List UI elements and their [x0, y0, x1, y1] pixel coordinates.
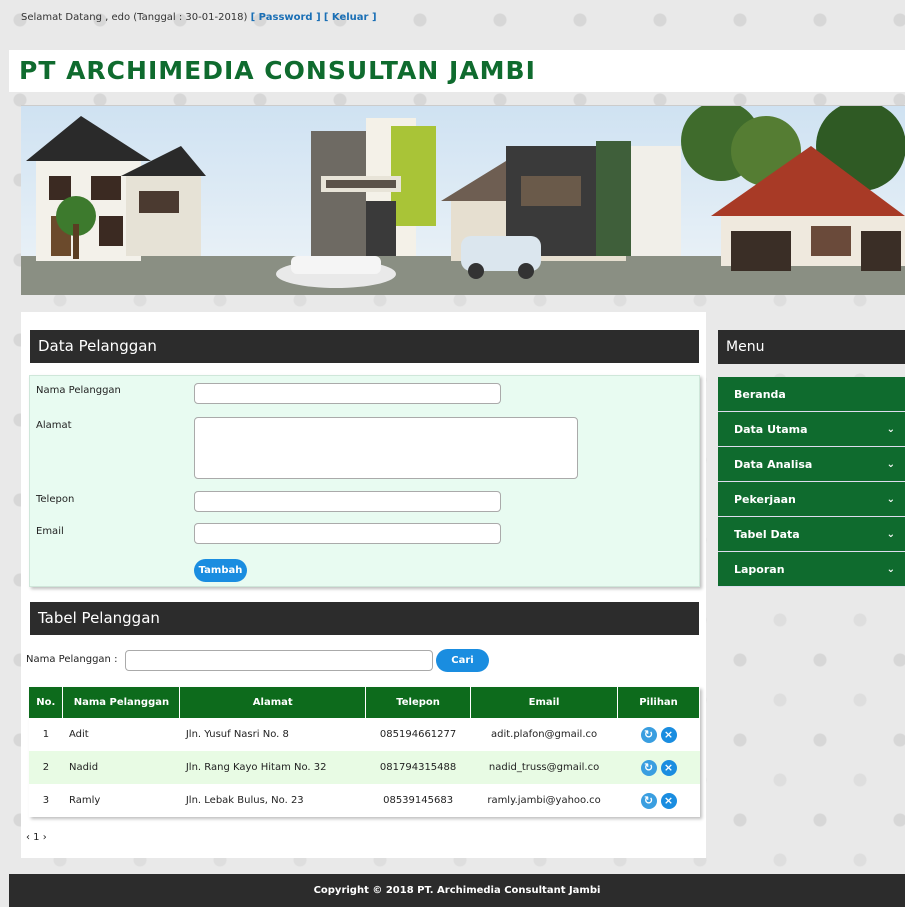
- row-phone: 085194661277: [365, 718, 471, 751]
- row-name: Ramly: [62, 784, 180, 817]
- row-no: 1: [29, 718, 63, 751]
- row-email: ramly.jambi@yahoo.co: [470, 784, 618, 817]
- menu-item-beranda[interactable]: Beranda: [718, 377, 905, 412]
- col-address: Alamat: [179, 687, 367, 718]
- table-row: 2 Nadid Jln. Rang Kayo Hitam No. 32 0817…: [29, 751, 700, 784]
- password-link[interactable]: [ Password ]: [251, 12, 321, 23]
- menu-item-pekerjaan[interactable]: Pekerjaan ⌄: [718, 482, 905, 517]
- name-label: Nama Pelanggan: [36, 385, 121, 396]
- table-heading: Tabel Pelanggan: [30, 602, 699, 635]
- chevron-down-icon: ⌄: [886, 494, 895, 505]
- welcome-text: Selamat Datang , edo (Tanggal : 30-01-20…: [21, 12, 248, 23]
- row-address: Jln. Rang Kayo Hitam No. 32: [179, 751, 366, 784]
- address-input[interactable]: [194, 417, 578, 479]
- table-row: 3 Ramly Jln. Lebak Bulus, No. 23 0853914…: [29, 784, 700, 817]
- search-button[interactable]: Cari: [436, 649, 489, 672]
- col-phone: Telepon: [365, 687, 472, 718]
- name-input[interactable]: [194, 383, 501, 404]
- menu-item-label: Laporan: [734, 563, 785, 576]
- row-email: adit.plafon@gmail.co: [470, 718, 618, 751]
- menu-item-label: Tabel Data: [734, 528, 800, 541]
- email-input[interactable]: [194, 523, 501, 544]
- menu-item-label: Beranda: [734, 388, 786, 401]
- row-no: 2: [29, 751, 63, 784]
- col-name: Nama Pelanggan: [62, 687, 181, 718]
- phone-label: Telepon: [36, 494, 75, 505]
- copyright-text: Copyright © 2018 PT. Archimedia Consulta…: [313, 885, 601, 896]
- row-address: Jln. Lebak Bulus, No. 23: [179, 784, 366, 817]
- chevron-down-icon: ⌄: [886, 529, 895, 540]
- chevron-down-icon: ⌄: [886, 424, 895, 435]
- row-actions: ↻ ×: [617, 784, 700, 817]
- edit-icon[interactable]: ↻: [640, 759, 657, 776]
- chevron-down-icon: ⌄: [886, 459, 895, 470]
- close-icon[interactable]: ×: [660, 726, 677, 743]
- chevron-down-icon: ⌄: [886, 564, 895, 575]
- row-name: Nadid: [62, 751, 180, 784]
- customer-table: No. Nama Pelanggan Alamat Telepon Email …: [29, 687, 700, 817]
- top-bar: Selamat Datang , edo (Tanggal : 30-01-20…: [9, 0, 905, 40]
- address-label: Alamat: [36, 420, 72, 431]
- phone-input[interactable]: [194, 491, 501, 512]
- menu-item-data-analisa[interactable]: Data Analisa ⌄: [718, 447, 905, 482]
- logout-link[interactable]: [ Keluar ]: [324, 12, 377, 23]
- col-no: No.: [29, 687, 64, 718]
- row-actions: ↻ ×: [617, 751, 700, 784]
- edit-icon[interactable]: ↻: [640, 792, 657, 809]
- pagination[interactable]: ‹ 1 ›: [26, 832, 47, 843]
- email-label: Email: [36, 526, 64, 537]
- close-icon[interactable]: ×: [660, 759, 677, 776]
- main-content: Data Pelanggan Nama Pelanggan Alamat Tel…: [21, 312, 706, 858]
- page: Selamat Datang , edo (Tanggal : 30-01-20…: [9, 0, 905, 907]
- row-address: Jln. Yusuf Nasri No. 8: [179, 718, 366, 751]
- search-input[interactable]: [125, 650, 433, 671]
- row-name: Adit: [62, 718, 180, 751]
- edit-icon[interactable]: ↻: [640, 726, 657, 743]
- row-no: 3: [29, 784, 63, 817]
- menu-item-label: Data Analisa: [734, 458, 813, 471]
- search-label: Nama Pelanggan :: [26, 654, 118, 665]
- row-email: nadid_truss@gmail.co: [470, 751, 618, 784]
- row-phone: 081794315488: [365, 751, 471, 784]
- houses-illustration: [21, 106, 905, 295]
- col-email: Email: [470, 687, 619, 718]
- menu-item-laporan[interactable]: Laporan ⌄: [718, 552, 905, 587]
- customer-form: Nama Pelanggan Alamat Telepon Email Tamb…: [29, 375, 700, 587]
- menu-item-label: Pekerjaan: [734, 493, 796, 506]
- menu-item-label: Data Utama: [734, 423, 808, 436]
- menu-heading: Menu: [718, 330, 905, 364]
- close-icon[interactable]: ×: [660, 792, 677, 809]
- add-button[interactable]: Tambah: [194, 559, 247, 582]
- sidebar-menu: Beranda Data Utama ⌄ Data Analisa ⌄ Peke…: [718, 377, 905, 587]
- row-phone: 08539145683: [365, 784, 471, 817]
- col-actions: Pilihan: [617, 687, 700, 718]
- table-header-row: No. Nama Pelanggan Alamat Telepon Email …: [29, 687, 700, 718]
- row-actions: ↻ ×: [617, 718, 700, 751]
- table-row: 1 Adit Jln. Yusuf Nasri No. 8 0851946612…: [29, 718, 700, 751]
- banner-image: [21, 105, 905, 295]
- form-heading: Data Pelanggan: [30, 330, 699, 363]
- site-title: PT ARCHIMEDIA CONSULTAN JAMBI: [19, 56, 536, 85]
- footer: Copyright © 2018 PT. Archimedia Consulta…: [9, 874, 905, 907]
- menu-item-tabel-data[interactable]: Tabel Data ⌄: [718, 517, 905, 552]
- menu-item-data-utama[interactable]: Data Utama ⌄: [718, 412, 905, 447]
- site-header: PT ARCHIMEDIA CONSULTAN JAMBI: [9, 50, 905, 92]
